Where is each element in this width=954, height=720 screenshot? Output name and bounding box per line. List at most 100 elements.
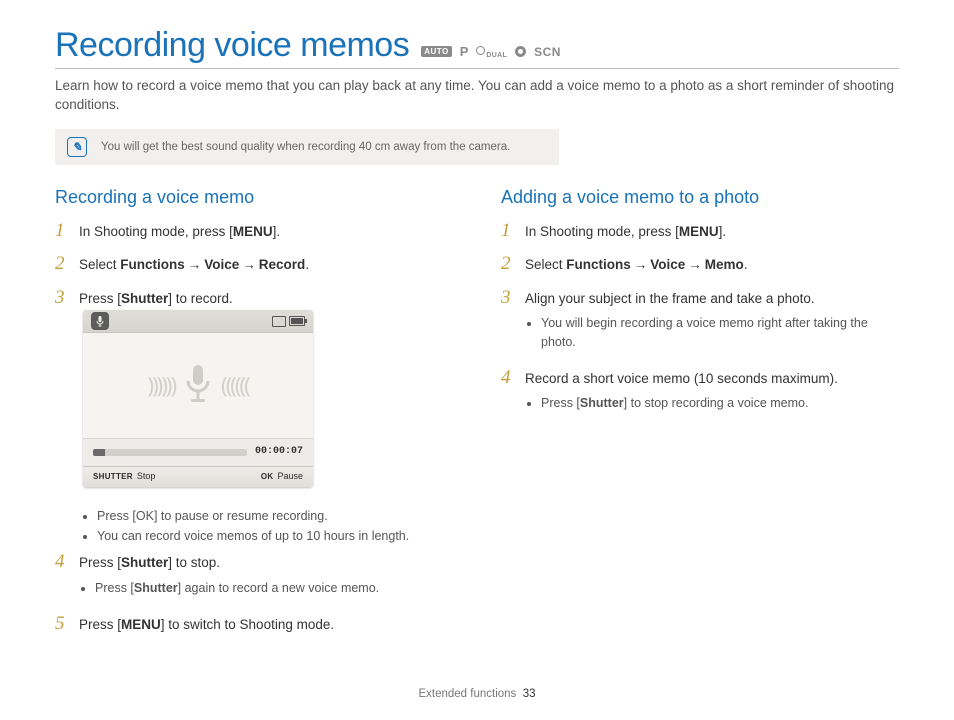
t: OK — [261, 471, 274, 483]
right-column: Adding a voice memo to a photo 1 In Shoo… — [501, 187, 899, 648]
step-body: Press [Shutter] to stop. Press [Shutter]… — [79, 553, 453, 601]
wave-right-icon: ⸨⸨⸨ — [221, 370, 249, 402]
t: SHUTTER — [93, 471, 133, 483]
battery-icon — [289, 316, 305, 326]
t: ] to pause or resume recording. — [154, 509, 328, 523]
step-number: 5 — [55, 614, 69, 634]
step-body: In Shooting mode, press [MENU]. — [79, 222, 453, 242]
shutter-label: Shutter — [121, 291, 168, 306]
t: ]. — [719, 224, 727, 239]
intro-text: Learn how to record a voice memo that yo… — [55, 77, 899, 115]
t: Functions — [120, 257, 185, 272]
step-body: In Shooting mode, press [MENU]. — [525, 222, 899, 242]
t: Press [ — [79, 555, 121, 570]
mode-auto-icon: AUTO — [421, 46, 452, 57]
ok-label: OK — [136, 509, 154, 523]
arrow-icon: → — [242, 257, 256, 272]
step-number: 4 — [501, 368, 515, 416]
step-number: 2 — [501, 254, 515, 274]
right-step-2: 2 Select Functions→Voice→Memo. — [501, 255, 899, 275]
list-item: You can record voice memos of up to 10 h… — [97, 529, 453, 543]
elapsed-time: 00:00:07 — [255, 445, 303, 460]
page-title: Recording voice memos — [55, 28, 409, 62]
footer-section: Extended functions — [418, 688, 516, 700]
wave-left-icon: ⸩⸩⸩ — [147, 370, 175, 402]
shutter-label: Shutter — [580, 396, 624, 410]
t: Memo — [705, 257, 744, 272]
mic-large-icon — [181, 361, 215, 411]
menu-label: MENU — [121, 617, 161, 632]
footer-page-number: 33 — [523, 688, 536, 700]
card-icon — [272, 316, 286, 327]
step-body: Press [MENU] to switch to Shooting mode. — [79, 615, 453, 635]
menu-label: MENU — [233, 224, 273, 239]
t: Select — [79, 257, 120, 272]
step-number: 4 — [55, 552, 69, 600]
step-body: Select Functions→Voice→Record. — [79, 255, 453, 275]
step-number: 1 — [55, 221, 69, 241]
tip-box: ✎ You will get the best sound quality wh… — [55, 129, 559, 165]
shutter-label: Shutter — [134, 581, 178, 595]
mode-p-icon: P — [460, 44, 469, 59]
left-step-3: 3 Press [Shutter] to record. — [55, 289, 453, 495]
mode-scn-icon: SCN — [534, 45, 561, 59]
battery-icons — [272, 316, 305, 327]
step-number: 1 — [501, 221, 515, 241]
shutter-stop-label: SHUTTER Stop — [93, 470, 155, 483]
t: Press [ — [79, 291, 121, 306]
screen-body: ⸩⸩⸩ ⸨⸨⸨ — [83, 333, 313, 438]
mode-dual-label: DUAL — [486, 52, 507, 59]
screen-statusbar — [83, 310, 313, 333]
mic-icon — [91, 312, 109, 330]
manual-page: Recording voice memos AUTO P DUAL SCN Le… — [0, 0, 954, 720]
t: Record a short voice memo (10 seconds ma… — [525, 371, 838, 386]
t: ] to record. — [168, 291, 233, 306]
left-step-5: 5 Press [MENU] to switch to Shooting mod… — [55, 615, 453, 635]
arrow-icon: → — [634, 257, 648, 272]
sub-bullets: You will begin recording a voice memo ri… — [525, 314, 899, 350]
right-step-1: 1 In Shooting mode, press [MENU]. — [501, 222, 899, 242]
step-body: Press [Shutter] to record. — [79, 289, 453, 495]
sub-bullets: Press [Shutter] to stop recording a voic… — [525, 394, 899, 412]
t: Functions — [566, 257, 631, 272]
t: ]. — [273, 224, 281, 239]
list-item: Press [Shutter] to stop recording a voic… — [541, 394, 899, 412]
left-step-2: 2 Select Functions→Voice→Record. — [55, 255, 453, 275]
t: ] to stop. — [168, 555, 220, 570]
arrow-icon: → — [188, 257, 202, 272]
divider — [55, 68, 899, 69]
t: In Shooting mode, press [ — [79, 224, 233, 239]
page-footer: Extended functions 33 — [0, 688, 954, 700]
t: Align your subject in the frame and take… — [525, 291, 815, 306]
list-item: You will begin recording a voice memo ri… — [541, 314, 899, 350]
mode-gear-icon — [515, 46, 526, 57]
right-step-3: 3 Align your subject in the frame and ta… — [501, 289, 899, 355]
step-number: 3 — [55, 288, 69, 494]
t: Stop — [137, 470, 156, 483]
left-step-1: 1 In Shooting mode, press [MENU]. — [55, 222, 453, 242]
shutter-label: Shutter — [121, 555, 168, 570]
t: In Shooting mode, press [ — [525, 224, 679, 239]
step-body: Align your subject in the frame and take… — [525, 289, 899, 355]
ok-pause-label: OKPause — [261, 470, 303, 483]
t: ] again to record a new voice memo. — [178, 581, 380, 595]
t: ] to switch to Shooting mode. — [161, 617, 334, 632]
t: Select — [525, 257, 566, 272]
progress-row: 00:00:07 — [83, 438, 313, 466]
t: Record — [259, 257, 306, 272]
step-number: 3 — [501, 288, 515, 354]
left-step-4: 4 Press [Shutter] to stop. Press [Shutte… — [55, 553, 453, 601]
t: Voice — [650, 257, 685, 272]
right-section-title: Adding a voice memo to a photo — [501, 187, 899, 208]
progress-bar — [93, 449, 247, 456]
screen-footer: SHUTTER Stop OKPause — [83, 466, 313, 487]
columns: Recording a voice memo 1 In Shooting mod… — [55, 187, 899, 648]
t: Pause — [277, 470, 303, 483]
right-step-4: 4 Record a short voice memo (10 seconds … — [501, 369, 899, 417]
left-bullets: Press [OK] to pause or resume recording.… — [81, 509, 453, 543]
t: Press [ — [97, 509, 136, 523]
title-row: Recording voice memos AUTO P DUAL SCN — [55, 28, 899, 62]
step-body: Select Functions→Voice→Memo. — [525, 255, 899, 275]
t: ] to stop recording a voice memo. — [624, 396, 809, 410]
t: Voice — [204, 257, 239, 272]
